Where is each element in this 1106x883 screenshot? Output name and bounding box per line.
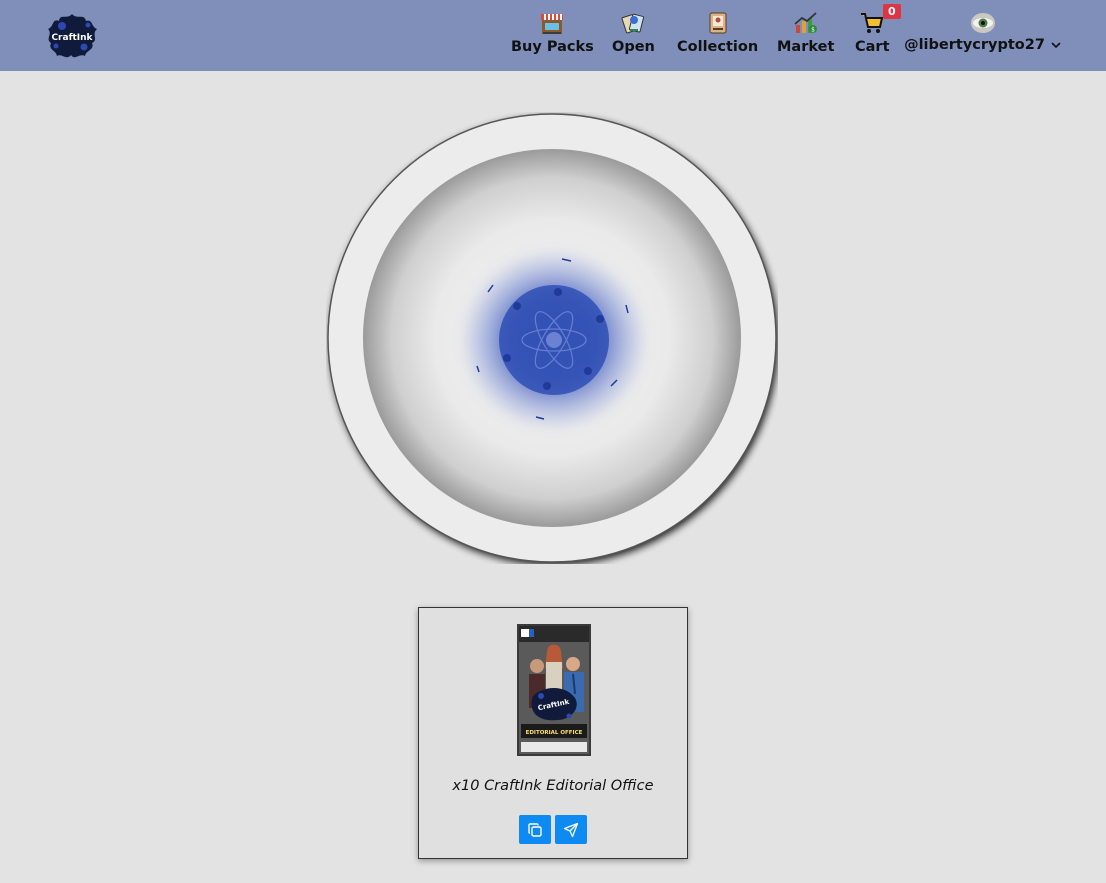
pack-opening-portal[interactable] <box>326 112 778 564</box>
user-menu[interactable]: @libertycrypto27 <box>904 10 1061 62</box>
editorial-office-pack-image[interactable]: CraftInk EDITORIAL OFFICE <box>517 624 591 756</box>
open-packs-icon <box>621 13 645 34</box>
nav-collection-label: Collection <box>677 39 759 55</box>
svg-text:CraftInk: CraftInk <box>51 33 93 43</box>
send-icon <box>563 822 579 837</box>
nav-market[interactable]: $ Market <box>777 10 834 62</box>
eye-avatar-icon <box>971 13 995 33</box>
copy-button[interactable] <box>519 815 551 844</box>
nav-market-label: Market <box>777 39 835 55</box>
cart-count-badge: 0 <box>883 4 901 19</box>
shop-icon <box>541 14 564 34</box>
nav-cart-label: Cart <box>855 39 890 55</box>
copy-icon <box>528 822 542 837</box>
nav-open[interactable]: Open <box>612 10 655 62</box>
nav-buy-packs[interactable]: Buy Packs <box>511 10 594 62</box>
svg-text:$: $ <box>811 27 815 34</box>
nav-cart[interactable]: 0 Cart <box>855 4 901 62</box>
pack-card: CraftInk EDITORIAL OFFICE x10 CraftInk E… <box>418 607 688 859</box>
nav-buy-packs-label: Buy Packs <box>511 39 594 55</box>
nav-collection[interactable]: Collection <box>677 10 758 62</box>
top-navbar: CraftInk Buy Packs Open Collection $ Mar… <box>0 0 1106 71</box>
send-button[interactable] <box>555 815 587 844</box>
username: @libertycrypto27 <box>904 37 1045 53</box>
svg-text:EDITORIAL OFFICE: EDITORIAL OFFICE <box>526 730 583 736</box>
market-icon: $ <box>794 12 817 34</box>
craftink-logo[interactable]: CraftInk <box>44 10 100 62</box>
nav-open-label: Open <box>612 39 655 55</box>
chevron-down-icon <box>1051 42 1061 49</box>
collection-icon <box>709 12 727 34</box>
cart-icon <box>861 13 884 33</box>
portal-blue-vortex <box>459 248 649 432</box>
pack-title: x10 CraftInk Editorial Office <box>452 778 654 794</box>
